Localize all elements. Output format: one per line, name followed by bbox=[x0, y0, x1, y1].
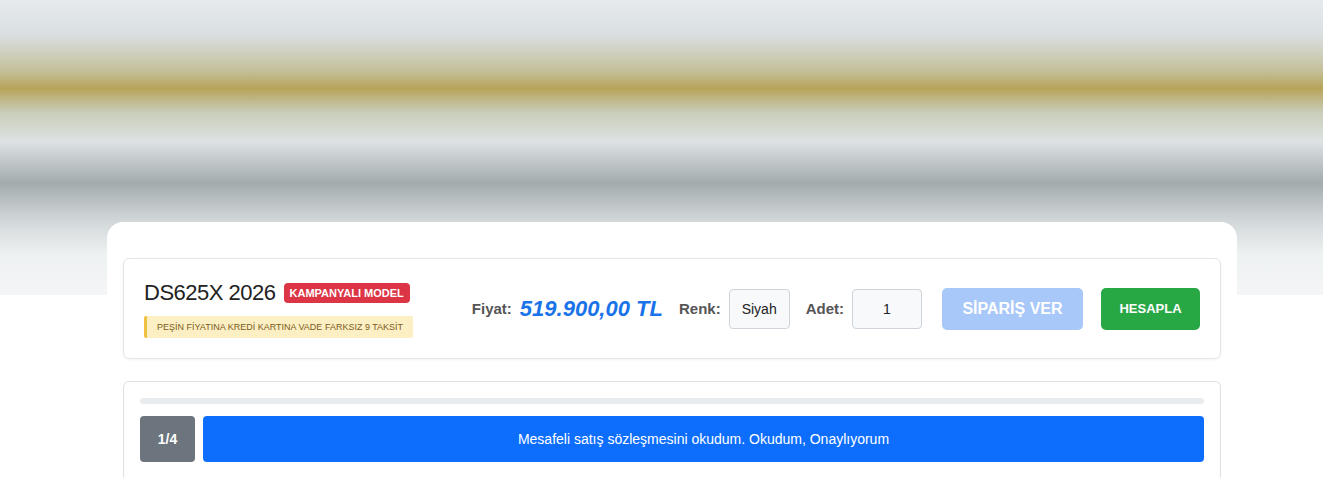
product-info: DS625X 2026 KAMPANYALI MODEL PEŞİN FİYAT… bbox=[144, 280, 413, 338]
color-select[interactable]: Siyah bbox=[729, 289, 790, 329]
step-counter: 1/4 bbox=[140, 416, 195, 462]
page: DS625X 2026 KAMPANYALI MODEL PEŞİN FİYAT… bbox=[0, 0, 1323, 478]
title-line: DS625X 2026 KAMPANYALI MODEL bbox=[144, 280, 413, 306]
quantity-label: Adet: bbox=[806, 300, 844, 317]
price-label: Fiyat: bbox=[472, 300, 512, 317]
product-row: DS625X 2026 KAMPANYALI MODEL PEŞİN FİYAT… bbox=[123, 258, 1221, 359]
step-row: 1/4 Mesafeli satış sözleşmesini okudum. … bbox=[140, 416, 1204, 462]
steps-card: 1/4 Mesafeli satış sözleşmesini okudum. … bbox=[123, 381, 1221, 478]
price: 519.900,00 TL bbox=[520, 296, 663, 322]
progress-track bbox=[140, 398, 1204, 404]
campaign-badge: KAMPANYALI MODEL bbox=[284, 283, 410, 303]
main-card: DS625X 2026 KAMPANYALI MODEL PEŞİN FİYAT… bbox=[107, 222, 1237, 478]
order-button[interactable]: SİPARİŞ VER bbox=[942, 288, 1083, 330]
quantity-input[interactable]: 1 bbox=[852, 289, 922, 329]
order-controls: Fiyat: 519.900,00 TL Renk: Siyah Adet: 1… bbox=[472, 288, 1200, 330]
product-title: DS625X 2026 bbox=[144, 280, 276, 306]
calc-button[interactable]: HESAPLA bbox=[1101, 288, 1200, 330]
installment-note: PEŞİN FİYATINA KREDİ KARTINA VADE FARKSI… bbox=[144, 316, 413, 338]
agreement-button[interactable]: Mesafeli satış sözleşmesini okudum. Okud… bbox=[203, 416, 1204, 462]
color-label: Renk: bbox=[679, 300, 721, 317]
